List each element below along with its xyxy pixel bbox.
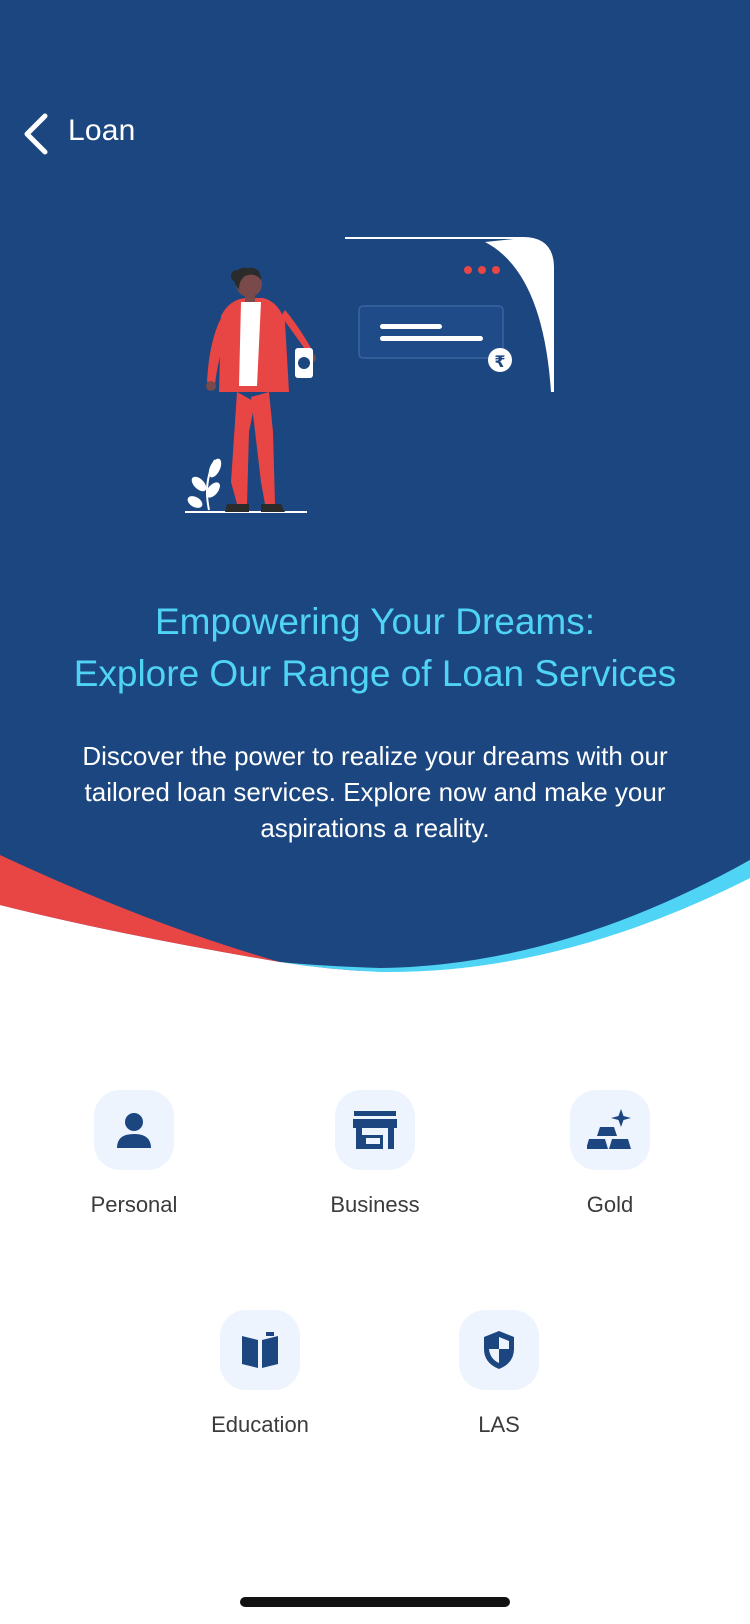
shield-icon [484,1331,514,1369]
service-icon-container [570,1090,650,1170]
service-label-gold: Gold [586,1192,634,1217]
chevron-left-icon [24,113,48,155]
home-indicator[interactable] [240,1597,510,1607]
service-business[interactable]: Business [285,1090,465,1218]
hero-description: Discover the power to realize your dream… [82,741,668,843]
loan-screen: Loan ₹ Empowering Your Dreams: Explore O… [0,0,750,1624]
service-las[interactable]: LAS [409,1310,589,1438]
page-title: Loan [68,114,136,147]
currency-symbol: ₹ [494,352,505,371]
person-icon [117,1113,151,1148]
back-button[interactable] [10,108,62,160]
book-icon [242,1332,278,1368]
service-label-education: Education [211,1412,309,1437]
hero-illustration: ₹ [185,237,554,513]
headline-line-2: Explore Our Range of Loan Services [73,653,677,694]
storefront-icon [353,1111,397,1149]
service-icon-container [94,1090,174,1170]
service-icon-container [220,1310,300,1390]
service-gold[interactable]: Gold [520,1090,700,1218]
headline-line-1: Empowering Your Dreams: [154,601,596,642]
service-label-las: LAS [478,1412,520,1437]
service-personal[interactable]: Personal [44,1090,224,1218]
hero-section: Loan ₹ Empowering Your Dreams: Explore O… [0,0,750,990]
service-icon-container [335,1090,415,1170]
service-label-personal: Personal [90,1192,178,1217]
service-label-business: Business [330,1192,420,1217]
service-education[interactable]: Education [170,1310,350,1438]
loan-services-grid: Personal Business Gold Education LAS [0,1090,750,1450]
hero-headline: Empowering Your Dreams: Explore Our Rang… [0,596,750,700]
service-icon-container [459,1310,539,1390]
gold-bars-icon [587,1109,631,1149]
app-header: Loan [0,100,750,170]
